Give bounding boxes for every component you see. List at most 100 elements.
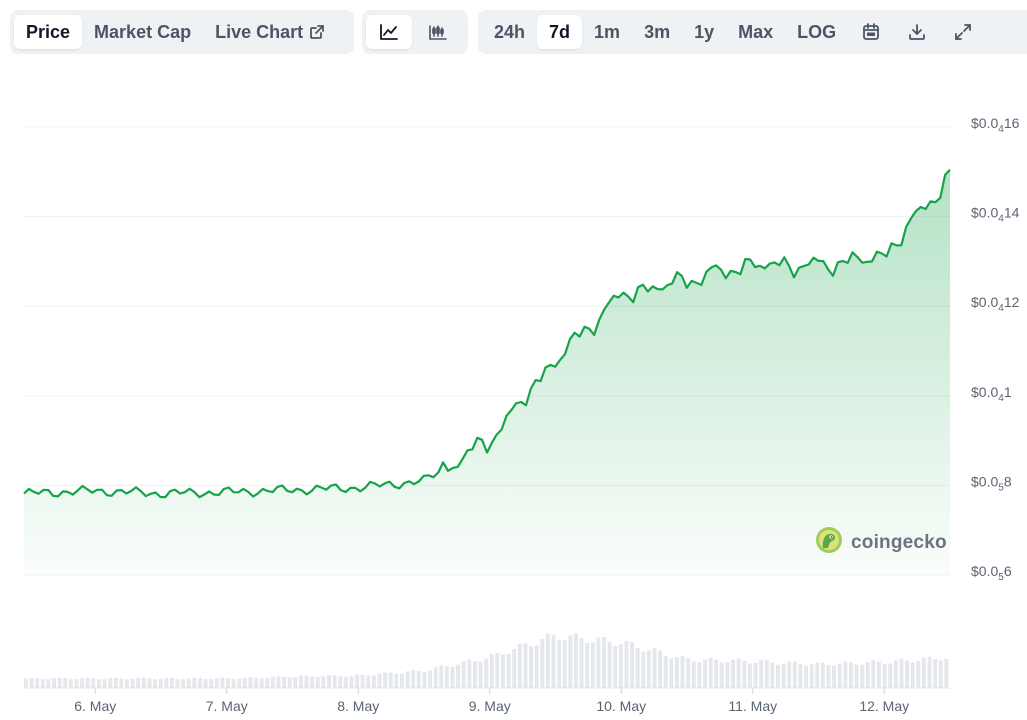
volume-bar [860,664,865,688]
y-tick-label: $0.056 [971,563,1012,583]
volume-bar [394,673,399,688]
volume-bar [534,645,539,688]
volume-bar [158,678,163,688]
volume-bar [607,641,612,688]
volume-bar [731,659,735,688]
volume-bar [383,672,388,688]
volume-bar [422,672,427,688]
volume-bar [585,643,590,688]
volume-bar [220,677,225,688]
volume-bar [523,643,528,688]
volume-bar [411,670,416,688]
coingecko-watermark: coingecko [815,526,947,559]
volume-bar [388,672,393,688]
y-tick-label: $0.0416 [971,115,1020,135]
volume-bar [748,663,752,688]
volume-bar [489,654,494,688]
volume-bar [849,662,853,688]
volume-bar [910,662,915,688]
volume-bar [97,679,101,688]
volume-bar [57,677,62,688]
price-chart[interactable]: $0.056$0.058$0.041$0.0412$0.0414$0.0416 … [0,0,1027,720]
volume-bar [804,665,808,688]
volume-bar [501,654,505,688]
volume-bar [282,676,287,688]
volume-bar [231,679,236,688]
volume-bar [349,675,354,688]
volume-bar [837,663,842,688]
x-tick-label: 7. May [206,698,248,714]
y-tick-label: $0.041 [971,384,1012,404]
volume-bar [130,678,135,688]
volume-bar [697,662,702,688]
volume-bar [136,677,141,688]
volume-bar [512,649,517,688]
volume-bar [753,662,758,688]
volume-bar [843,661,848,688]
x-tick-label: 8. May [337,698,379,714]
volume-bar [321,676,326,688]
volume-bar [338,676,343,688]
volume-bar [29,677,34,688]
volume-bar [125,679,129,688]
volume-bar [809,664,814,688]
volume-bar [635,648,640,688]
volume-bar [237,678,242,688]
volume-bar [680,656,685,688]
volume-bar [265,677,270,688]
volume-bar [916,661,921,688]
volume-bar [658,650,663,688]
volume-bar [877,661,881,688]
x-axis-labels: 6. May 7. May 8. May 9. May 10. May 11. May 12… [24,687,950,714]
volume-bar [854,664,859,688]
volume-bar [781,663,786,688]
volume-bar [181,679,185,688]
volume-bar [545,633,550,688]
volume-bar [287,677,292,688]
volume-bar [360,674,365,688]
volume-bar [579,638,584,688]
volume-bar [888,663,893,688]
volume-bar [259,678,264,688]
volume-bar [153,679,157,688]
volume-bar [933,658,938,688]
volume-bar [568,635,573,688]
volume-bar [624,641,629,688]
volume-bar [725,662,730,688]
volume-bar [141,677,146,688]
volume-bar [226,678,230,688]
volume-bar [691,661,696,688]
volume-bar [517,643,522,688]
volume-bar [91,678,96,688]
x-tick-label: 10. May [596,698,646,714]
volume-bar [871,660,876,688]
volume-bar [921,657,926,688]
volume-bar [630,642,634,688]
volume-bar [355,674,359,688]
volume-bar [304,675,309,688]
volume-bar [719,662,724,688]
y-tick-label: $0.0414 [971,205,1020,225]
volume-bar [574,633,578,688]
volume-bar [826,665,831,688]
volume-bar [248,676,253,688]
volume-bar [551,634,556,688]
volume-bar [175,678,180,688]
volume-bar [46,679,51,688]
volume-bar [372,675,376,688]
x-tick-label: 6. May [74,698,116,714]
volume-bar [495,652,500,688]
volume-bar [944,658,949,688]
volume-bar [787,661,792,688]
volume-bar [820,662,825,688]
volume-bar [473,661,477,688]
volume-bars [24,633,949,688]
volume-bar [832,665,836,688]
volume-bar [186,678,191,688]
volume-bar [562,640,567,688]
volume-bar [663,655,668,688]
volume-bar [332,675,337,688]
volume-bar [899,658,904,688]
volume-bar [310,676,315,688]
volume-bar [703,659,707,688]
